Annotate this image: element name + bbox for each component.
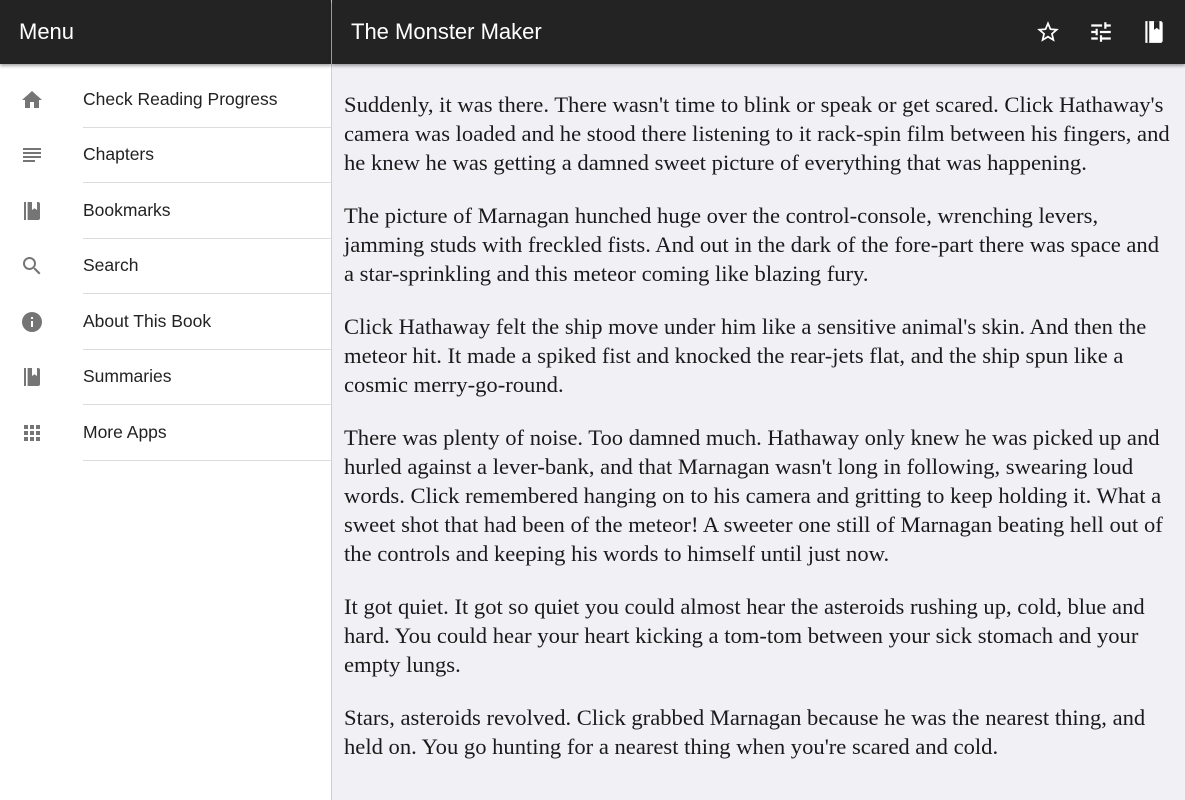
bookmark-star-button[interactable]: [1026, 10, 1070, 54]
menu-item-summaries[interactable]: Summaries: [0, 350, 331, 405]
menu-item-more-apps[interactable]: More Apps: [0, 405, 331, 461]
reading-settings-button[interactable]: [1079, 10, 1123, 54]
menu-item-label: Chapters: [83, 128, 331, 183]
menu-item-label: More Apps: [83, 405, 331, 461]
book-title: The Monster Maker: [351, 19, 542, 44]
menu-item-label: Summaries: [83, 350, 331, 405]
navigation-drawer: Menu Check Reading Progress Chapters Boo…: [0, 0, 332, 800]
app-bar: The Monster Maker: [332, 0, 1185, 64]
book-icon: [20, 365, 44, 389]
paragraph: Stars, asteroids revolved. Click grabbed…: [344, 705, 1146, 759]
menu-item-label: Check Reading Progress: [83, 72, 331, 128]
bookmarks-button[interactable]: [1132, 10, 1176, 54]
menu-item-label: About This Book: [83, 294, 331, 350]
apps-grid-icon: [20, 421, 44, 445]
list-icon: [20, 143, 44, 167]
menu-item-bookmarks[interactable]: Bookmarks: [0, 183, 331, 239]
drawer-header: Menu: [0, 0, 331, 64]
home-icon: [20, 88, 44, 112]
menu-item-check-reading-progress[interactable]: Check Reading Progress: [0, 72, 331, 128]
star-icon: [1037, 21, 1059, 42]
paragraph: The picture of Marnagan hunched huge ove…: [344, 203, 1160, 286]
settings-sliders-icon: [1091, 22, 1111, 42]
reader-pane: The Monster Maker Suddenly, it was there…: [332, 0, 1185, 800]
menu-item-label: Search: [83, 239, 331, 294]
menu-item-about-this-book[interactable]: About This Book: [0, 294, 331, 350]
book-icon: [1145, 21, 1163, 43]
drawer-menu: Check Reading Progress Chapters Bookmark…: [0, 72, 331, 461]
drawer-title: Menu: [19, 19, 75, 44]
paragraph: There was plenty of noise. Too damned mu…: [344, 425, 1163, 566]
paragraph: Suddenly, it was there. There wasn't tim…: [344, 92, 1170, 175]
paragraph: Click Hathaway felt the ship move under …: [344, 314, 1147, 397]
menu-item-search[interactable]: Search: [0, 239, 331, 294]
info-icon: [20, 310, 44, 334]
menu-item-chapters[interactable]: Chapters: [0, 128, 331, 183]
paragraph: It got quiet. It got so quiet you could …: [344, 594, 1145, 677]
menu-item-label: Bookmarks: [83, 183, 331, 239]
book-text: Suddenly, it was there. There wasn't tim…: [332, 64, 1185, 761]
book-icon: [20, 199, 44, 223]
search-icon: [20, 254, 44, 278]
